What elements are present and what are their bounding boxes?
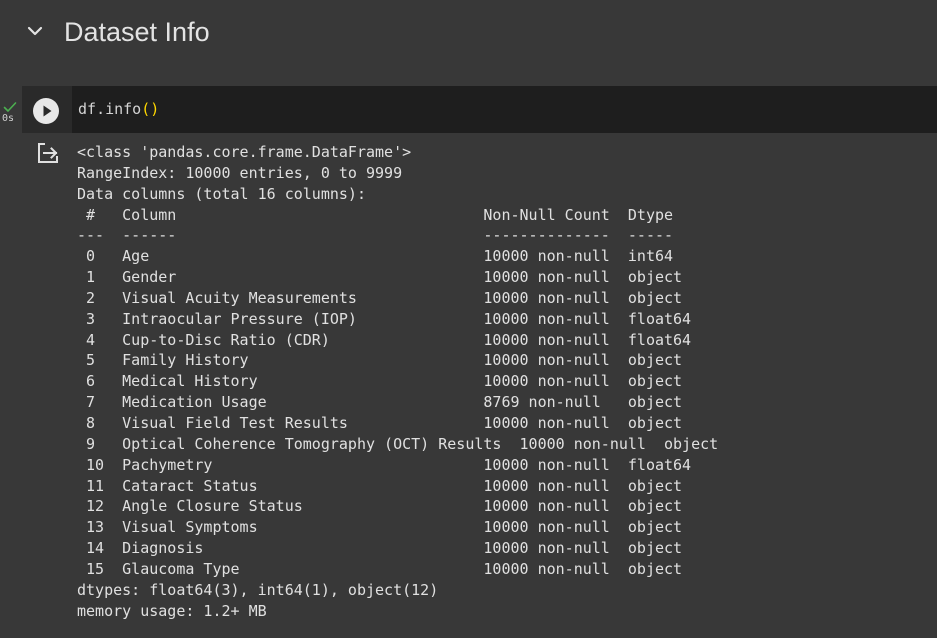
code-method: .info (96, 100, 142, 118)
output-line: 6 Medical History 10000 non-null object (77, 372, 692, 391)
output-line: 4 Cup-to-Disc Ratio (CDR) 10000 non-null… (77, 330, 692, 349)
chevron-down-icon[interactable] (24, 20, 46, 42)
output-text: <class 'pandas.core.frame.DataFrame'> Ra… (77, 142, 727, 621)
code-object: df (78, 100, 97, 118)
output-redirect-icon[interactable] (36, 142, 60, 164)
output-line: 0 Age 10000 non-null int64 (77, 247, 692, 266)
section-title: Dataset Info (64, 17, 210, 47)
section-header: Dataset Info (0, 0, 937, 64)
output-line: 10 Pachymetry 10000 non-null float64 (77, 455, 692, 474)
output-line: 7 Medication Usage 8769 non-null object (77, 393, 692, 412)
code-cell[interactable]: 0s df.info() <class 'pandas.core.frame.D… (0, 86, 937, 638)
execution-time: 0s (2, 113, 15, 124)
cell-output: <class 'pandas.core.frame.DataFrame'> Ra… (22, 133, 937, 638)
output-line: 11 Cataract Status 10000 non-null object (77, 476, 692, 495)
output-line: memory usage: 1.2+ MB (77, 601, 267, 620)
output-line: # Column Non-Null Count Dtype (77, 205, 692, 224)
code-close-paren: ) (150, 100, 160, 118)
output-line: 1 Gender 10000 non-null object (77, 268, 692, 287)
output-line: 2 Visual Acuity Measurements 10000 non-n… (77, 288, 692, 307)
run-cell-button[interactable] (33, 98, 59, 124)
output-line: 13 Visual Symptoms 10000 non-null object (77, 518, 692, 537)
code-line: df.info() (78, 99, 159, 119)
output-line: 3 Intraocular Pressure (IOP) 10000 non-n… (77, 309, 692, 328)
output-line: RangeIndex: 10000 entries, 0 to 9999 (77, 163, 403, 182)
output-line: <class 'pandas.core.frame.DataFrame'> (77, 143, 412, 161)
output-line: Data columns (total 16 columns): (77, 184, 366, 203)
output-line: 14 Diagnosis 10000 non-null object (77, 539, 692, 558)
output-line: 9 Optical Coherence Tomography (OCT) Res… (77, 434, 728, 453)
code-editor[interactable]: df.info() (72, 86, 937, 133)
output-line: 5 Family History 10000 non-null object (77, 351, 692, 370)
cell-gutter: 0s (0, 86, 22, 638)
output-line: 8 Visual Field Test Results 10000 non-nu… (77, 413, 692, 432)
output-line: dtypes: float64(3), int64(1), object(12) (77, 580, 439, 599)
code-open-paren: ( (141, 100, 151, 118)
output-line: 12 Angle Closure Status 10000 non-null o… (77, 497, 692, 516)
checkmark-icon (3, 98, 17, 112)
output-line: --- ------ -------------- ----- (77, 226, 692, 245)
play-icon (43, 105, 52, 117)
output-line: 15 Glaucoma Type 10000 non-null object (77, 559, 692, 578)
